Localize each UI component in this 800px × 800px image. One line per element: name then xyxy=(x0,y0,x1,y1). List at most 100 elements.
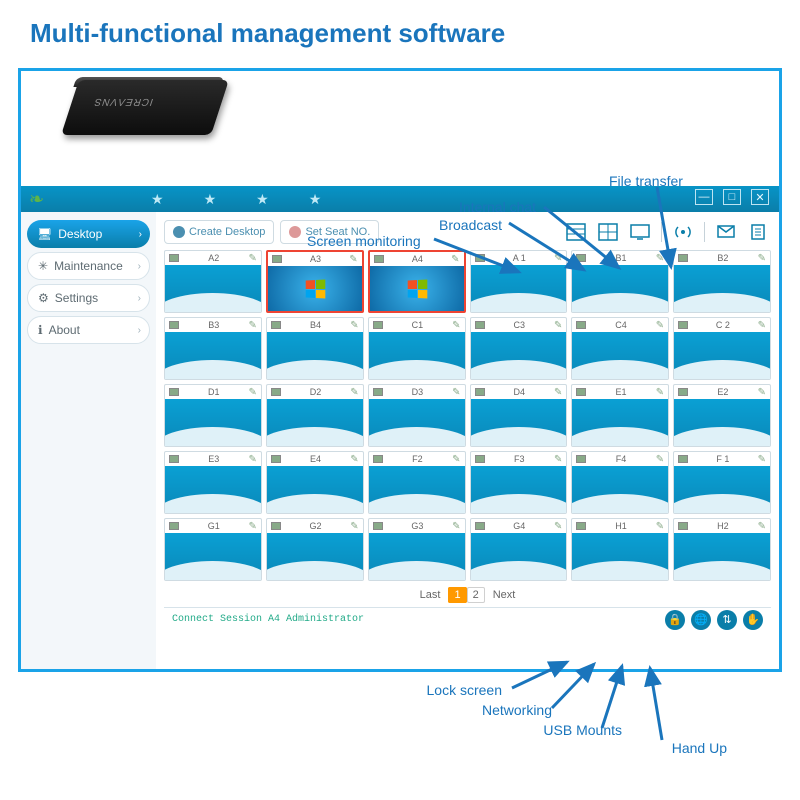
desktop-tile-B3[interactable]: B3✎ xyxy=(164,317,262,380)
tile-preview xyxy=(267,399,363,446)
edit-icon[interactable]: ✎ xyxy=(758,320,766,331)
desktop-grid: A2✎A3✎A4✎A 1✎B1✎B2✎B3✎B4✎C1✎C3✎C4✎C 2✎D1… xyxy=(164,250,771,581)
desktop-tile-D1[interactable]: D1✎ xyxy=(164,384,262,447)
monitor-status-icon xyxy=(576,321,586,329)
tile-preview xyxy=(674,265,770,312)
desktop-tile-C3[interactable]: C3✎ xyxy=(470,317,568,380)
edit-icon[interactable]: ✎ xyxy=(656,521,664,532)
desktop-tile-F2[interactable]: F2✎ xyxy=(368,451,466,514)
desktop-tile-G4[interactable]: G4✎ xyxy=(470,518,568,581)
edit-icon[interactable]: ✎ xyxy=(452,320,460,331)
monitor-status-icon xyxy=(169,522,179,530)
desktop-tile-H2[interactable]: H2 ✎ xyxy=(673,518,771,581)
desktop-tile-A2[interactable]: A2✎ xyxy=(164,250,262,313)
edit-icon[interactable]: ✎ xyxy=(248,320,256,331)
desktop-tile-C1[interactable]: C1✎ xyxy=(368,317,466,380)
desktop-tile-E2[interactable]: E2✎ xyxy=(673,384,771,447)
usb-mounts-icon[interactable]: ⇅ xyxy=(717,610,737,630)
callout-internal-chat: Internal chat xyxy=(459,199,536,215)
sidebar-item-settings[interactable]: ⚙Settings› xyxy=(27,284,150,312)
desktop-tile-G1[interactable]: G1✎ xyxy=(164,518,262,581)
tile-label: F2 xyxy=(386,454,449,464)
edit-icon[interactable]: ✎ xyxy=(248,521,256,532)
edit-icon[interactable]: ✎ xyxy=(656,454,664,465)
tile-label: E4 xyxy=(284,454,347,464)
pager-page-1[interactable]: 1 xyxy=(448,587,466,603)
edit-icon[interactable]: ✎ xyxy=(758,454,766,465)
desktop-tile-F4[interactable]: F4✎ xyxy=(571,451,669,514)
chevron-right-icon: › xyxy=(138,261,141,272)
desktop-tile-B2[interactable]: B2✎ xyxy=(673,250,771,313)
monitor-status-icon xyxy=(373,455,383,463)
desktop-tile-D2[interactable]: D2✎ xyxy=(266,384,364,447)
edit-icon[interactable]: ✎ xyxy=(350,521,358,532)
tile-preview xyxy=(369,533,465,580)
monitor-status-icon xyxy=(373,321,383,329)
desktop-tile-G3[interactable]: G3✎ xyxy=(368,518,466,581)
networking-icon[interactable]: 🌐 xyxy=(691,610,711,630)
tile-preview xyxy=(267,466,363,513)
edit-icon[interactable]: ✎ xyxy=(248,387,256,398)
monitor-status-icon xyxy=(271,321,281,329)
desktop-tile-E4[interactable]: E4✎ xyxy=(266,451,364,514)
pager-last[interactable]: Last xyxy=(420,589,441,601)
monitor-status-icon xyxy=(576,522,586,530)
tile-preview xyxy=(165,533,261,580)
pager-next[interactable]: Next xyxy=(493,589,516,601)
tile-preview xyxy=(572,533,668,580)
desktop-tile-D3[interactable]: D3✎ xyxy=(368,384,466,447)
edit-icon[interactable]: ✎ xyxy=(452,454,460,465)
page-title: Multi-functional management software xyxy=(0,0,800,61)
tile-preview xyxy=(165,332,261,379)
pager-page-2[interactable]: 2 xyxy=(467,587,485,603)
edit-icon[interactable]: ✎ xyxy=(656,387,664,398)
edit-icon[interactable]: ✎ xyxy=(452,521,460,532)
desktop-tile-F1[interactable]: F 1✎ xyxy=(673,451,771,514)
edit-icon[interactable]: ✎ xyxy=(758,387,766,398)
desktop-tile-C4[interactable]: C4✎ xyxy=(571,317,669,380)
edit-icon[interactable]: ✎ xyxy=(554,387,562,398)
edit-icon[interactable]: ✎ xyxy=(248,454,256,465)
tile-label: E3 xyxy=(182,454,245,464)
edit-icon[interactable]: ✎ xyxy=(554,320,562,331)
desktop-tile-C2[interactable]: C 2✎ xyxy=(673,317,771,380)
tile-preview xyxy=(471,332,567,379)
desktop-tile-D4[interactable]: D4✎ xyxy=(470,384,568,447)
tile-preview xyxy=(674,332,770,379)
lock-screen-icon[interactable]: 🔒 xyxy=(665,610,685,630)
edit-icon[interactable]: ✎ xyxy=(350,387,358,398)
desktop-tile-H1[interactable]: H1✎ xyxy=(571,518,669,581)
monitor-status-icon xyxy=(169,321,179,329)
desktop-tile-B4[interactable]: B4✎ xyxy=(266,317,364,380)
tile-preview xyxy=(471,466,567,513)
edit-icon[interactable]: ✎ xyxy=(554,454,562,465)
callout-broadcast: Broadcast xyxy=(439,217,502,233)
hand-up-icon[interactable]: ✋ xyxy=(743,610,763,630)
tile-label: D3 xyxy=(386,387,449,397)
tile-label: D1 xyxy=(182,387,245,397)
edit-icon[interactable]: ✎ xyxy=(554,521,562,532)
tile-preview xyxy=(268,266,362,311)
edit-icon[interactable]: ✎ xyxy=(350,320,358,331)
chevron-right-icon: › xyxy=(138,293,141,304)
edit-icon[interactable]: ✎ xyxy=(758,521,766,532)
monitor-status-icon xyxy=(271,522,281,530)
sidebar-item-label: Settings xyxy=(55,291,98,305)
desktop-tile-G2[interactable]: G2✎ xyxy=(266,518,364,581)
edit-icon[interactable]: ✎ xyxy=(656,320,664,331)
tile-label: H2 xyxy=(691,521,754,531)
main-panel: Create Desktop Set Seat NO. A2✎A3✎A4✎A 1… xyxy=(156,212,779,669)
callout-screen-monitoring: Screen monitoring xyxy=(307,233,421,249)
sidebar-item-about[interactable]: ℹAbout› xyxy=(27,316,150,344)
edit-icon[interactable]: ✎ xyxy=(350,454,358,465)
desktop-tile-F3[interactable]: F3✎ xyxy=(470,451,568,514)
desktop-tile-E1[interactable]: E1✎ xyxy=(571,384,669,447)
monitor-status-icon xyxy=(373,522,383,530)
desktop-tile-A3[interactable]: A3✎ xyxy=(266,250,364,313)
edit-icon[interactable]: ✎ xyxy=(452,387,460,398)
gear-icon: ✳ xyxy=(38,259,48,273)
callout-lock-screen: Lock screen xyxy=(427,682,502,698)
desktop-tile-E3[interactable]: E3✎ xyxy=(164,451,262,514)
tile-label: C1 xyxy=(386,320,449,330)
pager: Last 12 Next xyxy=(164,589,771,601)
